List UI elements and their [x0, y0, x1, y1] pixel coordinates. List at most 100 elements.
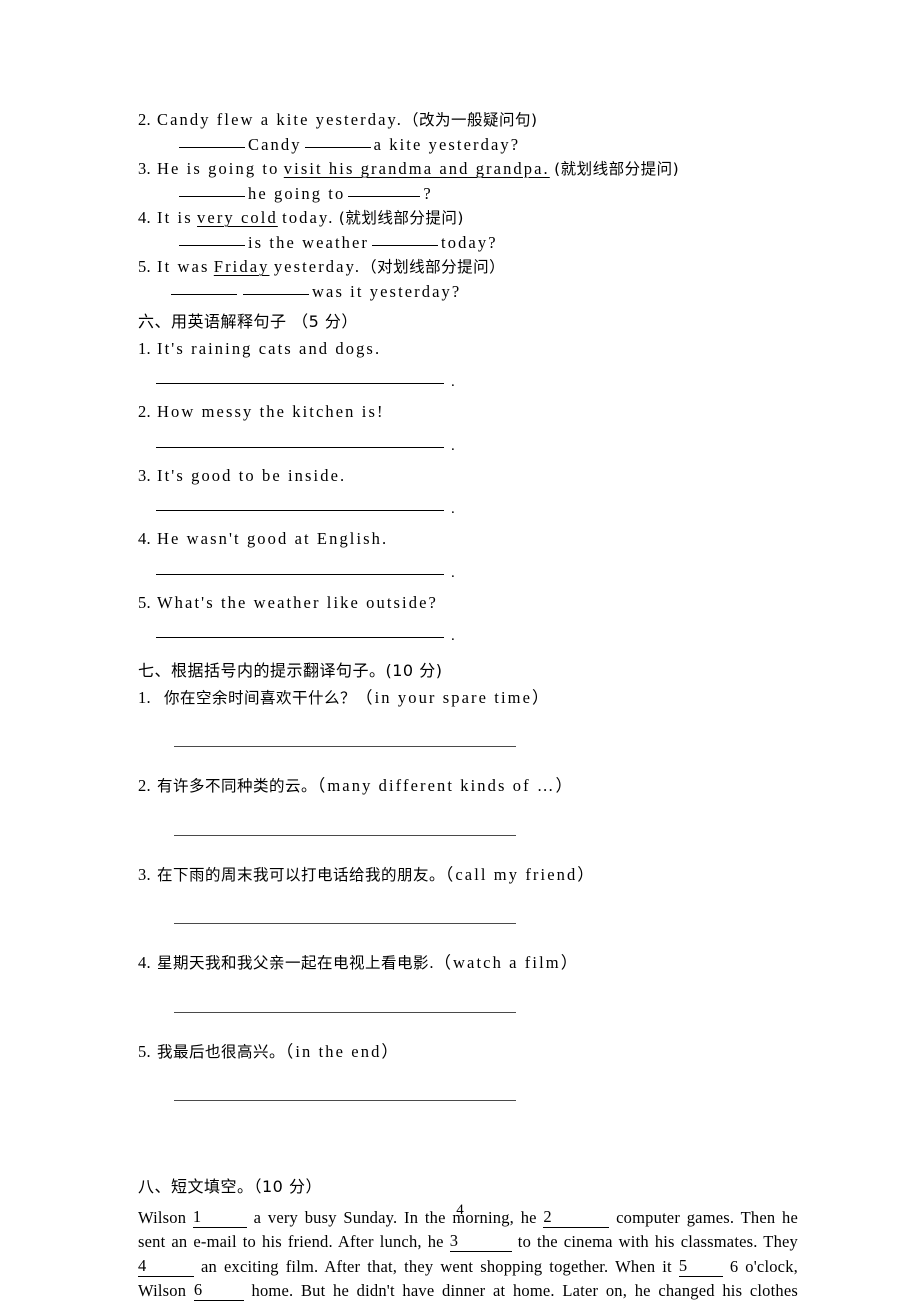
item-chinese: 有许多不同种类的云。	[157, 777, 318, 795]
answer-rule[interactable]	[156, 561, 444, 575]
item-number: 2.	[138, 402, 151, 421]
underlined-phrase: Friday	[213, 257, 270, 276]
cloze-passage: Wilson 1 a very busy Sunday. In the morn…	[138, 1206, 798, 1302]
item-instruction: （改为一般疑问句)	[403, 111, 538, 129]
answer-line-row: .	[156, 434, 798, 454]
section-eight-heading: 八、短文填空。（10 分）	[138, 1177, 322, 1196]
item-number: 3.	[138, 465, 151, 485]
rewrite-item-3-prompt: 3. He is going to visit his grandma and g…	[138, 157, 798, 182]
answer-line-row	[174, 734, 798, 754]
rewrite-item-4: 4. It is very cold today. (就划线部分提问) is th…	[138, 206, 798, 255]
answer-rule[interactable]	[156, 370, 444, 384]
item-after: today.	[282, 208, 335, 227]
item-number: 4.	[138, 953, 151, 972]
section-six-item-2: 2. How messy the kitchen is! .	[138, 400, 798, 454]
section-seven-heading: 七、根据括号内的提示翻译句子。(10 分)	[138, 661, 443, 680]
translate-prompt: 4. 星期天我和我父亲一起在电视上看电影.（watch a film）	[138, 951, 798, 976]
item-chinese: 星期天我和我父亲一起在电视上看电影.	[157, 954, 435, 972]
answer-line-row	[174, 1088, 798, 1108]
explain-prompt: 2. How messy the kitchen is!	[138, 400, 798, 425]
section-seven-item-5: 5. 我最后也很高兴。（in the end）	[138, 1040, 798, 1109]
answer-line-row: .	[156, 624, 798, 644]
page-number: 4	[456, 1202, 464, 1218]
answer-rule[interactable]	[174, 823, 516, 836]
section-seven-item-3: 3. 在下雨的周末我可以打电话给我的朋友。（call my friend）	[138, 863, 798, 932]
explain-prompt: 4. He wasn't good at English.	[138, 527, 798, 552]
item-hint: （watch a film）	[434, 953, 580, 972]
item-after: yesterday.	[273, 257, 362, 276]
section-seven-item-1: 1. 你在空余时间喜欢干什么？（in your spare time）	[138, 686, 798, 755]
answer-rule[interactable]	[174, 734, 516, 747]
fill-blank[interactable]	[372, 232, 439, 246]
fill-blank[interactable]	[304, 134, 371, 148]
answer-rule[interactable]	[156, 497, 444, 511]
rewrite-item-5-prompt: 5. It was Friday yesterday.（对划线部分提问）	[138, 255, 798, 280]
fill-blank[interactable]	[179, 183, 245, 197]
item-lead: It is	[157, 208, 193, 227]
item-number: 3.	[138, 864, 151, 884]
answer-line-row	[174, 823, 798, 843]
answer-rule[interactable]	[174, 1000, 516, 1013]
answer-line-row	[174, 911, 798, 931]
section-six-heading: 六、用英语解释句子 （5 分）	[138, 312, 358, 331]
item-sentence: How messy the kitchen is!	[157, 402, 385, 421]
fill-blank[interactable]	[348, 183, 421, 197]
underlined-phrase: very cold	[197, 208, 278, 227]
fill-blank[interactable]	[179, 134, 245, 148]
answer-rule[interactable]	[174, 911, 516, 924]
fill-blank[interactable]	[243, 281, 309, 295]
translate-prompt: 5. 我最后也很高兴。（in the end）	[138, 1040, 798, 1065]
answer-rule[interactable]	[174, 1088, 516, 1101]
document-content: 2. Candy flew a kite yesterday.（改为一般疑问句) …	[138, 108, 798, 1302]
item-number: 4.	[138, 208, 151, 227]
section-seven-item-2: 2. 有许多不同种类的云。（many different kinds of …）	[138, 774, 798, 843]
item-chinese: 我最后也很高兴。	[157, 1042, 286, 1061]
item-lead: It was	[157, 257, 210, 276]
translate-prompt: 3. 在下雨的周末我可以打电话给我的朋友。（call my friend）	[138, 863, 798, 888]
fill-blank[interactable]	[171, 281, 237, 295]
item-hint: （in your spare time）	[356, 687, 551, 707]
item-number: 4.	[138, 529, 151, 548]
trailing-period: .	[451, 628, 455, 644]
item-number: 2.	[138, 110, 151, 129]
trailing-period: .	[451, 501, 455, 517]
passage-text: to the cinema with his classmates. They	[517, 1232, 798, 1251]
section-seven-item-4: 4. 星期天我和我父亲一起在电视上看电影.（watch a film）	[138, 951, 798, 1020]
item-number: 5.	[138, 1041, 151, 1061]
rewrite-item-3: 3. He is going to visit his grandma and g…	[138, 157, 798, 206]
section-six-item-5: 5. What's the weather like outside? .	[138, 591, 798, 645]
item-number: 2.	[138, 776, 151, 795]
cloze-blank-5[interactable]: 5	[678, 1257, 723, 1277]
explain-prompt: 5. What's the weather like outside?	[138, 591, 798, 616]
item-sentence: What's the weather like outside?	[157, 592, 438, 612]
translate-prompt: 2. 有许多不同种类的云。（many different kinds of …）	[138, 774, 798, 799]
item-number: 5.	[138, 257, 151, 276]
cloze-blank-3[interactable]: 3	[449, 1232, 512, 1252]
cloze-blank-4[interactable]: 4	[138, 1257, 194, 1277]
item-lead: He is going to	[157, 159, 280, 178]
answer-rule[interactable]	[156, 624, 444, 638]
trailing-period: .	[451, 374, 455, 390]
item-hint: （call my friend）	[445, 864, 596, 884]
translate-prompt: 1. 你在空余时间喜欢干什么？（in your spare time）	[138, 686, 798, 711]
item-number: 5.	[138, 592, 151, 612]
answer-tail: ?	[423, 183, 433, 203]
item-instruction: (就划线部分提问)	[554, 160, 680, 178]
rewrite-item-3-answer: he going to?	[138, 182, 798, 207]
answer-word: is the weather	[248, 232, 370, 252]
item-number: 1.	[138, 687, 151, 707]
cloze-blank-6[interactable]: 6	[193, 1281, 244, 1301]
section-six-item-3: 3. It's good to be inside. .	[138, 464, 798, 518]
worksheet-page: 2. Candy flew a kite yesterday.（改为一般疑问句) …	[0, 0, 920, 1302]
answer-rule[interactable]	[156, 434, 444, 448]
section-six-item-1: 1. It's raining cats and dogs. .	[138, 337, 798, 391]
answer-line-row: .	[156, 497, 798, 517]
answer-tail: was it yesterday?	[312, 281, 462, 301]
answer-word: he going to	[248, 183, 346, 203]
item-sentence: It's good to be inside.	[157, 465, 347, 485]
item-hint: （in the end）	[285, 1041, 401, 1061]
trailing-period: .	[451, 564, 455, 581]
fill-blank[interactable]	[179, 232, 245, 246]
explain-prompt: 3. It's good to be inside.	[138, 464, 798, 489]
rewrite-item-2: 2. Candy flew a kite yesterday.（改为一般疑问句) …	[138, 108, 798, 157]
